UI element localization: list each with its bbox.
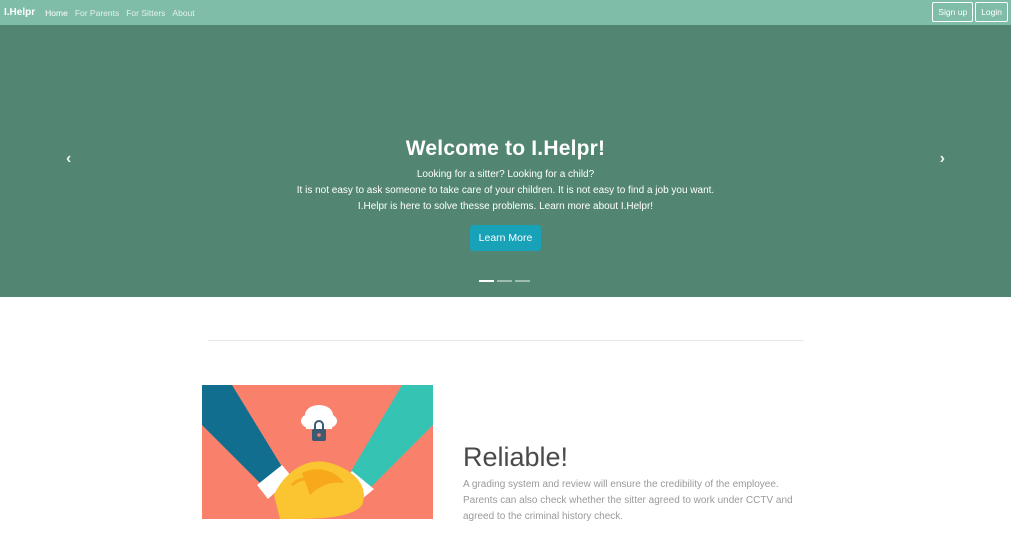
hero-line-2: It is not easy to ask someone to take ca… xyxy=(296,185,715,196)
feature-text-line-2: Parents can also check whether the sitte… xyxy=(463,495,793,506)
signup-button[interactable]: Sign up xyxy=(932,2,974,22)
login-button[interactable]: Login xyxy=(975,2,1008,22)
brand-logo[interactable]: I.Helpr xyxy=(4,7,35,18)
feature-reliable: Reliable! A grading system and review wi… xyxy=(463,442,808,525)
feature-heading: Reliable! xyxy=(463,442,569,472)
feature-text-line-1: A grading system and review will ensure … xyxy=(463,479,779,490)
carousel-caption: Welcome to I.Helpr! Looking for a sitter… xyxy=(0,137,1011,251)
carousel-indicator-1[interactable] xyxy=(479,280,494,282)
hero-line-1: Looking for a sitter? Looking for a chil… xyxy=(416,169,595,180)
hero-line-3: I.Helpr is here to solve thesse problems… xyxy=(357,201,654,212)
nav-link-for-parents[interactable]: For Parents xyxy=(75,8,119,18)
nav-actions: Sign up Login xyxy=(932,2,1008,22)
hero-title: Welcome to I.Helpr! xyxy=(405,137,606,160)
nav-link-for-sitters[interactable]: For Sitters xyxy=(126,8,165,18)
carousel-indicator-3[interactable] xyxy=(515,280,530,282)
handshake-illustration xyxy=(202,385,433,519)
section-divider xyxy=(208,340,804,341)
carousel-indicator-2[interactable] xyxy=(497,280,512,282)
handshake-cloud-lock-icon xyxy=(202,385,433,519)
feature-text-line-3: agreed to the criminal history check. xyxy=(463,511,624,522)
navbar: I.Helpr Home For Parents For Sitters Abo… xyxy=(0,0,1011,25)
nav-links: Home For Parents For Sitters About xyxy=(45,8,202,18)
carousel-indicators xyxy=(479,280,530,282)
nav-link-home[interactable]: Home xyxy=(45,8,68,18)
nav-link-about[interactable]: About xyxy=(172,8,194,18)
learn-more-button[interactable]: Learn More xyxy=(469,225,542,251)
hero-carousel: ‹ › Welcome to I.Helpr! Looking for a si… xyxy=(0,25,1011,297)
